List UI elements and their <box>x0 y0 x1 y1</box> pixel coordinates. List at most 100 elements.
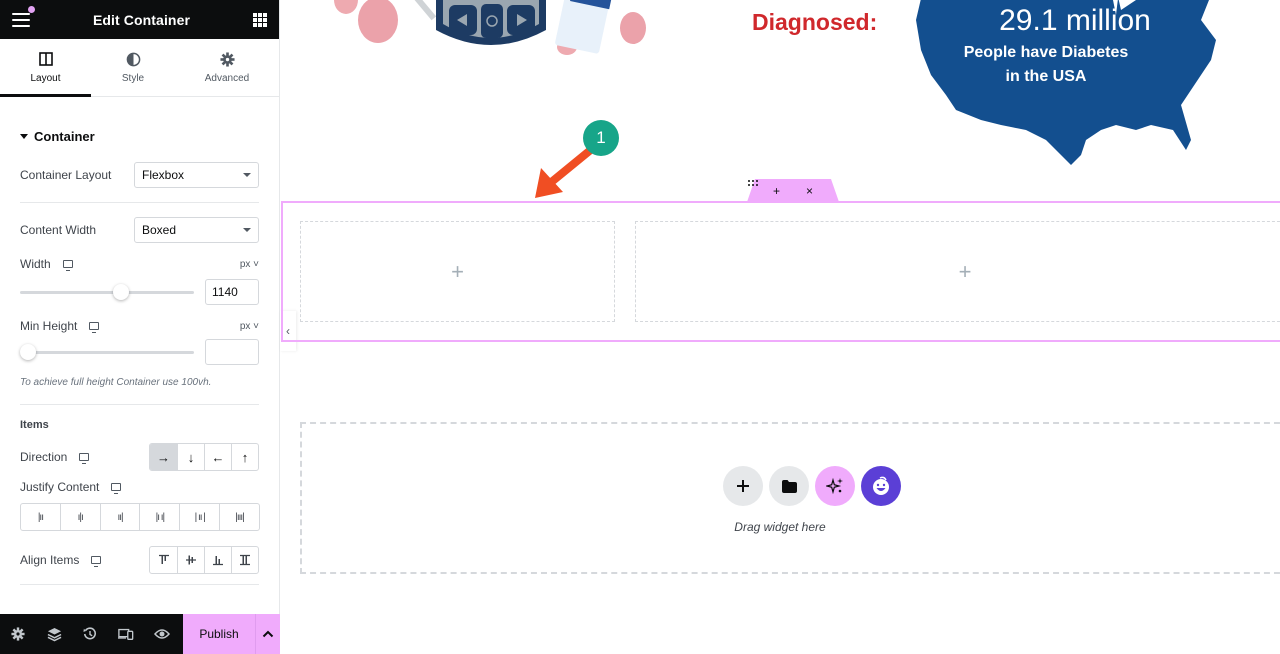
chevron-up-icon <box>262 630 274 638</box>
delete-container-icon[interactable]: × <box>806 184 813 198</box>
slider-thumb[interactable] <box>112 284 129 300</box>
diagnosed-heading: Diagnosed: <box>752 9 878 35</box>
justify-end-icon[interactable]: ıı| <box>99 504 140 530</box>
widgets-grid-icon[interactable] <box>252 12 267 27</box>
tab-style[interactable]: Style <box>91 39 175 96</box>
history-icon[interactable] <box>72 614 108 654</box>
columns-icon <box>38 51 54 67</box>
slider-thumb[interactable] <box>20 344 36 360</box>
column-drop-area[interactable]: + <box>635 221 1280 322</box>
min-height-hint: To achieve full height Container use 100… <box>20 377 212 388</box>
justify-start-icon[interactable]: |ıı <box>21 504 60 530</box>
publish-button[interactable]: Publish <box>183 614 255 654</box>
items-heading: Items <box>20 419 49 431</box>
min-height-slider-row <box>20 339 259 365</box>
responsive-icon[interactable] <box>108 614 144 654</box>
divider <box>20 584 259 585</box>
min-height-label: Min Height <box>20 319 78 333</box>
column-drop-area[interactable]: + <box>300 221 615 322</box>
justify-content-label: Justify Content <box>20 480 100 494</box>
panel-tabs: Layout Style Advanced <box>0 39 279 97</box>
add-element-icon[interactable]: + <box>959 259 972 285</box>
width-row: Width px ˅ <box>20 257 259 271</box>
tab-layout[interactable]: Layout <box>0 39 91 97</box>
width-input[interactable] <box>205 279 259 305</box>
layers-icon[interactable] <box>36 614 72 654</box>
desktop-icon[interactable] <box>62 260 73 271</box>
direction-label: Direction <box>20 450 68 464</box>
align-items-buttons <box>149 546 259 574</box>
container-layout-label: Container Layout <box>20 168 112 182</box>
desktop-icon[interactable] <box>111 483 122 494</box>
width-unit-select[interactable]: px ˅ <box>240 259 259 270</box>
map-caption: People have Diabetes in the USA <box>911 41 1181 89</box>
container-layout-select[interactable]: Flexbox <box>134 162 259 188</box>
publish-options-button[interactable] <box>255 614 280 654</box>
desktop-icon[interactable] <box>89 322 100 333</box>
justify-space-evenly-icon[interactable]: |ııı| <box>219 504 259 530</box>
tab-advanced[interactable]: Advanced <box>175 39 279 96</box>
align-start-icon[interactable] <box>150 547 177 573</box>
tab-label: Style <box>121 73 145 84</box>
annotation-badge: 1 <box>583 120 619 156</box>
direction-row: Direction → ↓ ← ↑ <box>20 443 259 471</box>
section-title: Container <box>34 129 95 144</box>
justify-space-around-icon[interactable]: | ıı | <box>179 504 219 530</box>
align-end-icon[interactable] <box>204 547 231 573</box>
caret-down-icon <box>20 134 28 139</box>
folder-icon <box>781 479 797 493</box>
chevron-down-icon <box>243 228 251 232</box>
plus-icon <box>737 480 749 492</box>
direction-row-reverse-button[interactable]: ← <box>204 444 231 470</box>
select-value: Boxed <box>142 223 177 237</box>
smiley-icon <box>873 476 889 495</box>
width-slider-row <box>20 279 259 305</box>
add-element-icon[interactable]: + <box>451 259 464 285</box>
content-width-row: Content Width Boxed <box>20 217 259 243</box>
editor-app: Edit Container Layout Style Advanced Con… <box>0 0 1280 654</box>
justify-space-between-icon[interactable]: |ı ı| <box>139 504 179 530</box>
direction-buttons: → ↓ ← ↑ <box>149 443 259 471</box>
align-stretch-icon[interactable] <box>231 547 258 573</box>
divider <box>20 404 259 405</box>
container-layout-row: Container Layout Flexbox <box>20 162 259 188</box>
width-slider[interactable] <box>20 284 194 300</box>
content-width-label: Content Width <box>20 223 97 237</box>
direction-row-button[interactable]: → <box>150 444 177 470</box>
panel-footer: Publish <box>0 614 280 654</box>
section-toggle-container[interactable]: Container <box>20 97 259 162</box>
ai-generate-button[interactable] <box>815 466 855 506</box>
min-height-slider[interactable] <box>20 344 194 360</box>
direction-column-reverse-button[interactable]: ↑ <box>231 444 258 470</box>
desktop-icon[interactable] <box>91 556 102 567</box>
add-section-button[interactable] <box>723 466 763 506</box>
align-center-icon[interactable] <box>177 547 204 573</box>
chevron-down-icon <box>243 173 251 177</box>
min-height-input[interactable] <box>205 339 259 365</box>
select-value: Flexbox <box>142 168 185 182</box>
min-height-unit-select[interactable]: px ˅ <box>240 321 259 332</box>
diabetes-count: 29.1 million <box>999 4 1151 37</box>
sparkles-icon <box>826 477 843 495</box>
drop-zone-actions <box>723 466 901 506</box>
container-section: Container Container Layout Flexbox Conte… <box>0 97 279 585</box>
tab-label: Layout <box>30 73 61 84</box>
editor-panel: Edit Container Layout Style Advanced Con… <box>0 0 280 654</box>
gear-icon <box>219 51 235 67</box>
direction-column-button[interactable]: ↓ <box>177 444 204 470</box>
starter-kit-button[interactable] <box>861 466 901 506</box>
template-library-button[interactable] <box>769 466 809 506</box>
width-label: Width <box>20 257 51 271</box>
map-caption-line: People have Diabetes <box>963 44 1129 61</box>
widget-drop-zone[interactable]: Drag widget here <box>300 422 1280 574</box>
preview-icon[interactable] <box>144 614 180 654</box>
settings-icon[interactable] <box>0 614 36 654</box>
container-handle[interactable]: + × <box>747 179 839 202</box>
notification-dot <box>28 5 35 13</box>
menu-icon[interactable] <box>12 5 35 27</box>
content-width-select[interactable]: Boxed <box>134 217 259 243</box>
desktop-icon[interactable] <box>79 453 90 464</box>
justify-content-row: Justify Content <box>20 480 259 494</box>
justify-center-icon[interactable]: ı|ı <box>59 504 100 530</box>
add-container-icon[interactable]: + <box>773 184 780 198</box>
